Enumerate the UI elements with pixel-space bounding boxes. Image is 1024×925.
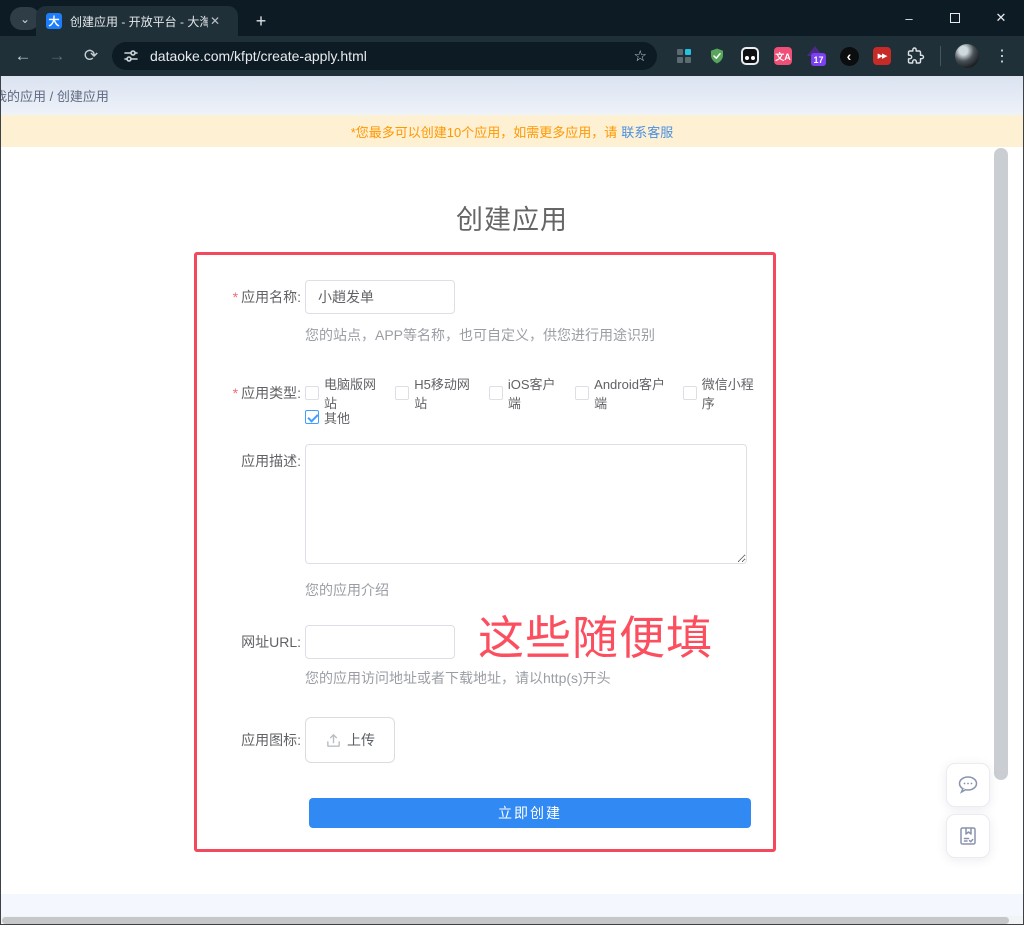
robot-eyes-extension-icon[interactable] <box>739 45 761 67</box>
create-now-button[interactable]: 立即创建 <box>309 798 751 828</box>
purple-extension-icon[interactable]: 17 <box>805 45 827 67</box>
maximize-button[interactable] <box>932 0 978 36</box>
extension-badge: 17 <box>811 53 826 66</box>
close-button[interactable]: ✕ <box>978 0 1024 36</box>
checkbox-other[interactable]: 其他 <box>305 408 350 427</box>
page-content: 我的应用 / 创建应用 *您最多可以创建10个应用，如需更多应用，请 联系客服 … <box>0 76 1024 925</box>
extensions-puzzle-icon[interactable] <box>904 45 926 67</box>
chevron-down-icon: ⌄ <box>20 12 30 26</box>
app-desc-row: 应用描述: 您的应用介绍 <box>197 444 773 600</box>
app-type-row: *应用类型: 电脑版网站 H5移动网站 iOS客户端 Android客户端 微信… <box>197 381 773 429</box>
tab-close-icon[interactable]: ✕ <box>210 14 220 28</box>
breadcrumb-create-app: 创建应用 <box>57 89 109 104</box>
address-bar[interactable]: dataoke.com/kfpt/create-apply.html ☆ <box>112 42 657 70</box>
upload-button[interactable]: 上传 <box>305 717 395 763</box>
app-desc-textarea[interactable] <box>305 444 747 564</box>
url-input[interactable] <box>305 625 455 659</box>
required-asterisk: * <box>233 289 238 305</box>
checkbox-label: 微信小程序 <box>702 374 760 412</box>
horizontal-scrollbar <box>1 916 1023 924</box>
window-controls: – ✕ <box>886 0 1024 36</box>
contact-support-link[interactable]: 联系客服 <box>621 122 673 141</box>
required-asterisk: * <box>233 385 238 401</box>
checkbox-pc-website[interactable]: 电脑版网站 <box>305 374 382 412</box>
reload-button[interactable]: ⟳ <box>78 43 104 69</box>
browser-tab[interactable]: 大 创建应用 - 开放平台 - 大淘客联 ✕ <box>36 6 238 36</box>
handwritten-annotation: 这些随便填 <box>478 615 713 661</box>
browser-window: ⌄ 大 创建应用 - 开放平台 - 大淘客联 ✕ + – ✕ ← → ⟳ dat… <box>0 0 1024 925</box>
checkbox-label: iOS客户端 <box>508 374 562 412</box>
breadcrumb: 我的应用 / 创建应用 <box>1 76 1023 115</box>
vertical-scrollbar-thumb[interactable] <box>994 148 1008 780</box>
bookmark-star-icon[interactable]: ☆ <box>634 47 647 65</box>
app-name-row: *应用名称: 您的站点，APP等名称，也可自定义，供您进行用途识别 <box>197 280 773 345</box>
notice-text: *您最多可以创建10个应用，如需更多应用，请 <box>351 122 618 141</box>
toolbar-separator <box>940 46 941 66</box>
order-book-icon <box>955 823 981 849</box>
tab-title: 创建应用 - 开放平台 - 大淘客联 <box>70 13 208 30</box>
checkbox-box-checked[interactable] <box>305 410 319 424</box>
customer-service-chat-button[interactable] <box>946 763 990 807</box>
checkbox-box[interactable] <box>683 386 697 400</box>
checkbox-wechat-miniprogram[interactable]: 微信小程序 <box>683 374 760 412</box>
app-name-help: 您的站点，APP等名称，也可自定义，供您进行用途识别 <box>305 326 655 345</box>
browser-toolbar: ← → ⟳ dataoke.com/kfpt/create-apply.html… <box>0 36 1024 76</box>
browser-menu-icon[interactable]: ⋮ <box>990 46 1014 66</box>
url-help: 您的应用访问地址或者下载地址，请以http(s)开头 <box>305 669 611 688</box>
checkbox-h5-mobile[interactable]: H5移动网站 <box>395 374 476 412</box>
checkbox-box[interactable] <box>489 386 503 400</box>
site-favicon: 大 <box>46 13 62 29</box>
new-tab-button[interactable]: + <box>248 8 274 34</box>
site-settings-icon[interactable] <box>120 45 142 67</box>
create-app-form: *应用名称: 您的站点，APP等名称，也可自定义，供您进行用途识别 *应用类型:… <box>194 252 776 852</box>
titlebar: ⌄ 大 创建应用 - 开放平台 - 大淘客联 ✕ + – ✕ <box>0 0 1024 36</box>
app-icon-row: 应用图标: 上传 <box>197 717 773 763</box>
back-button[interactable]: ← <box>10 43 36 69</box>
notice-banner: *您最多可以创建10个应用，如需更多应用，请 联系客服 <box>1 115 1023 147</box>
translate-extension-icon[interactable]: 文A <box>772 45 794 67</box>
order-book-button[interactable] <box>946 814 990 858</box>
breadcrumb-separator: / <box>46 89 57 104</box>
back-circle-extension-icon[interactable]: ‹ <box>838 45 860 67</box>
adguard-shield-icon[interactable] <box>706 45 728 67</box>
maximize-icon <box>950 13 960 23</box>
app-desc-help: 您的应用介绍 <box>305 581 747 600</box>
checkbox-android-client[interactable]: Android客户端 <box>575 374 670 412</box>
page-title: 创建应用 <box>1 198 1023 237</box>
app-desc-label: 应用描述: <box>197 444 305 478</box>
app-type-label: *应用类型: <box>197 381 305 405</box>
checkbox-label: H5移动网站 <box>414 374 476 412</box>
upload-label: 上传 <box>347 730 375 750</box>
grid-extension-icon[interactable] <box>673 45 695 67</box>
url-text[interactable]: dataoke.com/kfpt/create-apply.html <box>150 48 634 64</box>
checkbox-label: 其他 <box>324 408 350 427</box>
url-label: 网址URL: <box>197 625 305 659</box>
checkbox-label: 电脑版网站 <box>324 374 382 412</box>
upload-icon <box>325 732 342 749</box>
app-name-label: *应用名称: <box>197 280 305 314</box>
app-icon-label: 应用图标: <box>197 717 305 763</box>
chat-bubble-icon <box>955 772 981 798</box>
forward-button[interactable]: → <box>44 43 70 69</box>
horizontal-scrollbar-thumb[interactable] <box>2 917 1009 924</box>
url-row: 网址URL: 您的应用访问地址或者下载地址，请以http(s)开头 这些随便填 <box>197 625 773 688</box>
checkbox-box[interactable] <box>305 386 319 400</box>
footer-strip <box>1 894 1023 916</box>
checkbox-label: Android客户端 <box>594 374 670 412</box>
fast-forward-extension-icon[interactable]: ▶▶ <box>871 45 893 67</box>
checkbox-ios-client[interactable]: iOS客户端 <box>489 374 562 412</box>
checkbox-box[interactable] <box>395 386 409 400</box>
checkbox-box[interactable] <box>575 386 589 400</box>
extensions-area: 文A 17 ‹ ▶▶ ⋮ <box>673 44 1014 68</box>
breadcrumb-my-apps[interactable]: 我的应用 <box>0 89 46 104</box>
profile-avatar[interactable] <box>955 44 979 68</box>
app-name-input[interactable] <box>305 280 455 314</box>
minimize-button[interactable]: – <box>886 0 932 36</box>
